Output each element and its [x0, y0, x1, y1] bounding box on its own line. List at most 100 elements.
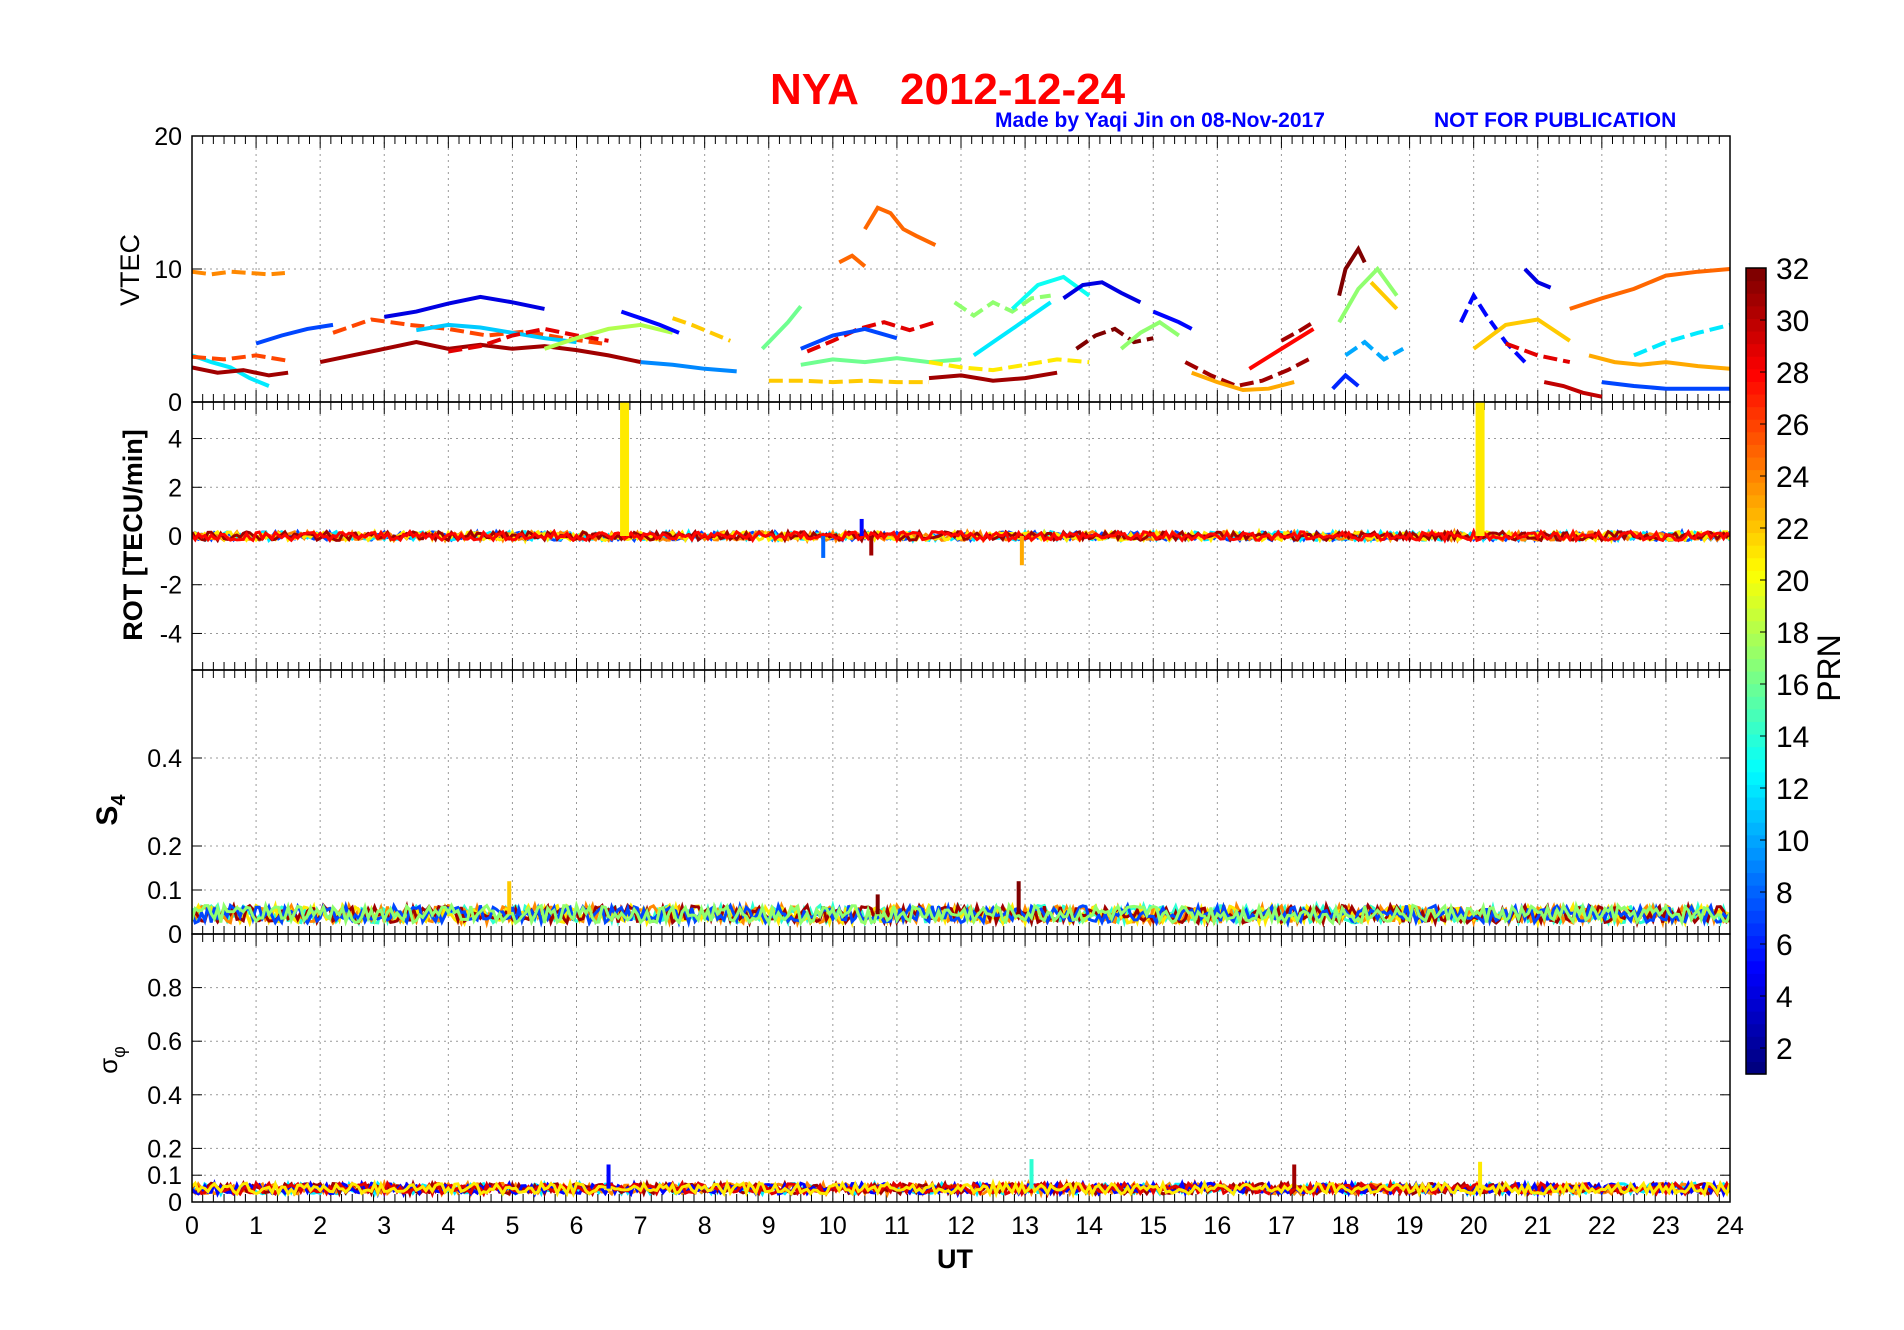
x-tick-label: 11 — [884, 1212, 910, 1240]
rot-ytick-label: 4 — [168, 426, 182, 454]
colorbar-tick-label: 26 — [1776, 409, 1809, 442]
colorbar-tick-label: 32 — [1776, 253, 1809, 286]
vtec-series-prn-5 — [1459, 291, 1527, 364]
sigma_phi-ytick-label: 0.2 — [147, 1135, 182, 1163]
colorbar-step — [1746, 696, 1766, 710]
x-tick-label: 10 — [819, 1212, 847, 1240]
vtec-series-prn-12 — [1633, 322, 1730, 358]
colorbar-step — [1746, 293, 1766, 307]
x-tick-label: 16 — [1203, 1212, 1231, 1240]
x-tick-label: 23 — [1652, 1212, 1680, 1240]
s4-ytick-label: 0.1 — [147, 877, 182, 905]
vtec-series-prn-30 — [1543, 380, 1603, 399]
x-tick-label: 6 — [570, 1212, 584, 1240]
colorbar-step — [1746, 910, 1766, 924]
colorbar-step — [1746, 519, 1766, 534]
colorbar-step — [1746, 960, 1766, 974]
x-tick-label: 17 — [1268, 1212, 1296, 1240]
vtec-series-prn-22 — [1472, 317, 1571, 351]
vtec-series-prn-10 — [1344, 339, 1405, 362]
colorbar-step — [1746, 595, 1766, 609]
svg-text:σφ: σφ — [93, 1046, 129, 1074]
colorbar-step — [1746, 847, 1766, 861]
vtec-series-prn-17 — [1119, 319, 1181, 351]
vtec-series-prn-7 — [800, 326, 898, 351]
figure: NYA 2012-12-24 Made by Yaqi Jin on 08-No… — [91, 65, 1847, 1274]
x-tick-label: 4 — [441, 1212, 455, 1240]
colorbar-tick-label: 6 — [1776, 929, 1793, 962]
sigma_phi-ytick-label: 0.8 — [147, 975, 182, 1003]
colorbar-tick-label: 12 — [1776, 773, 1809, 806]
colorbar-tick-label: 20 — [1776, 565, 1809, 598]
colorbar-step — [1746, 1011, 1766, 1025]
x-tick-label: 9 — [762, 1212, 776, 1240]
x-tick-label: 12 — [947, 1212, 975, 1240]
prn-colorbar: 2468101214161820222426283032 — [1745, 253, 1809, 1075]
vtec-series-prn-5 — [620, 309, 680, 335]
colorbar-step — [1746, 922, 1766, 937]
colorbar-step — [1746, 633, 1766, 647]
vtec-series-prn-4 — [1523, 267, 1552, 290]
s4-ylabel: S4 — [91, 794, 130, 826]
colorbar-step — [1746, 406, 1766, 420]
sigma_phi-ytick-label: 0.4 — [147, 1082, 182, 1110]
colorbar-tick-label: 2 — [1776, 1033, 1793, 1066]
vtec-series-prn-7 — [255, 322, 334, 346]
colorbar-step — [1746, 1023, 1766, 1037]
colorbar-step — [1746, 545, 1766, 559]
colorbar-step — [1746, 444, 1766, 458]
vtec-series-prn-25 — [1569, 267, 1730, 311]
colorbar-tick-label: 14 — [1776, 721, 1809, 754]
x-tick-label: 8 — [698, 1212, 712, 1240]
colorbar-step — [1746, 494, 1766, 508]
colorbar-step — [1746, 784, 1766, 798]
rot-ytick-label: 0 — [168, 523, 182, 551]
x-tick-label: 15 — [1139, 1212, 1167, 1240]
s4-panel: 0 0.1 0.2 0.4 — [147, 669, 1731, 949]
colorbar-step — [1746, 708, 1766, 722]
x-tick-label: 21 — [1524, 1212, 1552, 1240]
x-tick-label: 7 — [634, 1212, 648, 1240]
colorbar-step — [1746, 368, 1766, 382]
vtec-series-prn-22 — [1369, 280, 1399, 311]
sigma_phi-ytick-label: 0.6 — [147, 1028, 182, 1056]
rot-ytick-label: 2 — [168, 474, 182, 502]
colorbar-step — [1746, 1061, 1766, 1075]
rot-ytick-label: -2 — [160, 572, 182, 600]
colorbar-step — [1746, 608, 1766, 622]
colorbar-step — [1746, 431, 1766, 445]
vtec-series-prn-31 — [1184, 355, 1315, 389]
colorbar-step — [1746, 809, 1766, 823]
colorbar-tick-label: 18 — [1776, 617, 1809, 650]
colorbar-step — [1746, 393, 1766, 408]
vtec-panel: 0 10 20 — [154, 123, 1731, 417]
x-axis-label: UT — [937, 1244, 973, 1274]
colorbar-step — [1746, 822, 1766, 836]
vtec-series-prn-22 — [671, 316, 732, 343]
rot-ylabel: ROT [TECU/min] — [118, 429, 148, 640]
vtec-series-prn-25 — [863, 205, 937, 247]
colorbar-step — [1746, 305, 1766, 319]
colorbar-step — [1746, 330, 1766, 345]
colorbar-step — [1746, 356, 1766, 370]
vtec-ylabel: VTEC — [115, 234, 145, 306]
vtec-series-prn-25 — [838, 253, 867, 268]
colorbar-step — [1746, 948, 1766, 962]
x-tick-label: 3 — [377, 1212, 391, 1240]
colorbar-tick-label: 22 — [1776, 513, 1809, 546]
colorbar-step — [1746, 343, 1766, 357]
colorbar-step — [1746, 582, 1766, 597]
x-tick-label: 13 — [1011, 1212, 1039, 1240]
colorbar-step — [1746, 671, 1766, 685]
x-tick-label: 14 — [1075, 1212, 1103, 1240]
colorbar-step — [1746, 268, 1766, 282]
rot-panel: -4 -2 0 2 4 — [160, 401, 1731, 671]
colorbar-step — [1746, 834, 1766, 848]
colorbar-step — [1746, 935, 1766, 949]
sigma_phi-ytick-label: 0.1 — [147, 1162, 182, 1190]
vtec-ytick-label: 10 — [154, 256, 182, 284]
colorbar-step — [1746, 771, 1766, 785]
vtec-series-prn-22 — [768, 378, 929, 385]
x-tick-label: 24 — [1716, 1212, 1744, 1240]
chart-title-station: NYA — [770, 65, 859, 114]
